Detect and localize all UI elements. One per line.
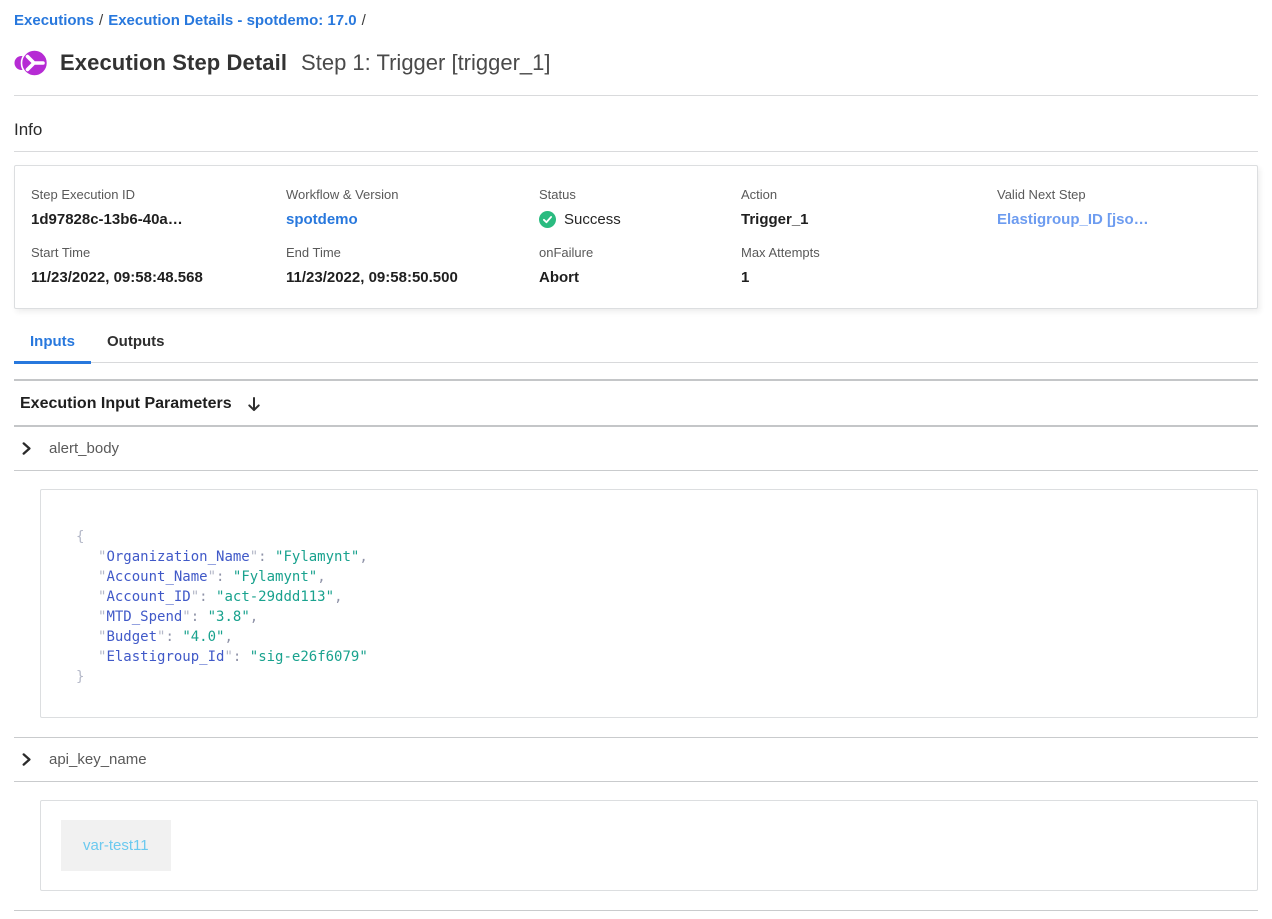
breadcrumb-execution-details-link[interactable]: Execution Details - spotdemo: 17.0 [108,12,356,29]
field-action: Action Trigger_1 [741,187,997,228]
json-entry: "Organization_Name": "Fylamynt", [76,547,1223,567]
json-entry: "Budget": "4.0", [76,627,1223,647]
field-label: Workflow & Version [286,187,539,202]
field-max-attempts: Max Attempts 1 [741,245,997,286]
field-status: Status Success [539,187,741,228]
execution-step-detail-page: Executions/Execution Details - spotdemo:… [0,0,1272,919]
json-entry: "Account_ID": "act-29ddd113", [76,587,1223,607]
field-workflow-version: Workflow & Version spotdemo [286,187,539,228]
page-title: Execution Step Detail [60,50,287,76]
json-entry: "Account_Name": "Fylamynt", [76,567,1223,587]
json-entry: "MTD_Spend": "3.8", [76,607,1223,627]
field-label: Action [741,187,997,202]
inputs-outputs-tabs: Inputs Outputs [14,333,1258,363]
field-label: Valid Next Step [997,187,1241,202]
field-label: onFailure [539,245,741,260]
alert-body-value-card: { "Organization_Name": "Fylamynt", "Acco… [40,489,1258,718]
breadcrumb-executions-link[interactable]: Executions [14,12,94,29]
param-row-alert-body[interactable]: alert_body [14,427,1258,471]
breadcrumb-separator: / [94,12,108,29]
field-end-time: End Time 11/23/2022, 09:58:50.500 [286,245,539,286]
param-row-api-key-name[interactable]: api_key_name [14,737,1258,782]
valid-next-step-link[interactable]: Elastigroup_ID [jso… [997,211,1241,228]
field-onfailure: onFailure Abort [539,245,741,286]
chevron-right-icon [20,442,33,455]
api-key-name-value: var-test11 [61,820,171,871]
param-name: alert_body [49,440,119,457]
field-value: Abort [539,269,741,286]
field-value: 11/23/2022, 09:58:48.568 [31,269,286,286]
page-header: Execution Step Detail Step 1: Trigger [t… [14,47,1258,96]
field-valid-next-step: Valid Next Step Elastigroup_ID [jso… [997,187,1241,228]
info-section-heading: Info [14,120,1258,152]
arrow-down-icon[interactable] [246,396,262,413]
json-open-brace: { [76,527,1223,547]
field-label: Max Attempts [741,245,997,260]
field-value: 1d97828c-13b6-40a… [31,211,286,228]
page-subtitle: Step 1: Trigger [trigger_1] [301,50,550,76]
field-label: End Time [286,245,539,260]
field-value: Trigger_1 [741,211,997,228]
field-label: Step Execution ID [31,187,286,202]
tab-inputs[interactable]: Inputs [14,333,91,364]
field-value: 1 [741,269,997,286]
json-entry: "Elastigroup_Id": "sig-e26f6079" [76,647,1223,667]
workflow-link[interactable]: spotdemo [286,211,539,228]
execution-input-parameters-heading: Execution Input Parameters [14,381,1258,427]
chevron-right-icon [20,753,33,766]
status-badge: Success [539,211,741,228]
field-value: 11/23/2022, 09:58:50.500 [286,269,539,286]
api-key-name-value-card: var-test11 [40,800,1258,891]
success-check-icon [539,211,556,228]
field-empty [997,245,1241,286]
breadcrumb-separator: / [357,12,371,29]
param-row-api-key-value[interactable]: api_key_value [14,910,1258,919]
tab-outputs[interactable]: Outputs [91,333,181,364]
field-label: Status [539,187,741,202]
json-close-brace: } [76,667,1223,687]
breadcrumb: Executions/Execution Details - spotdemo:… [14,12,1258,29]
fylamynt-logo-icon [14,47,48,79]
status-text: Success [564,211,621,228]
params-heading-label: Execution Input Parameters [20,395,232,413]
field-start-time: Start Time 11/23/2022, 09:58:48.568 [31,245,286,286]
field-step-execution-id: Step Execution ID 1d97828c-13b6-40a… [31,187,286,228]
field-label: Start Time [31,245,286,260]
param-name: api_key_name [49,751,147,768]
info-card: Step Execution ID 1d97828c-13b6-40a… Wor… [14,165,1258,309]
